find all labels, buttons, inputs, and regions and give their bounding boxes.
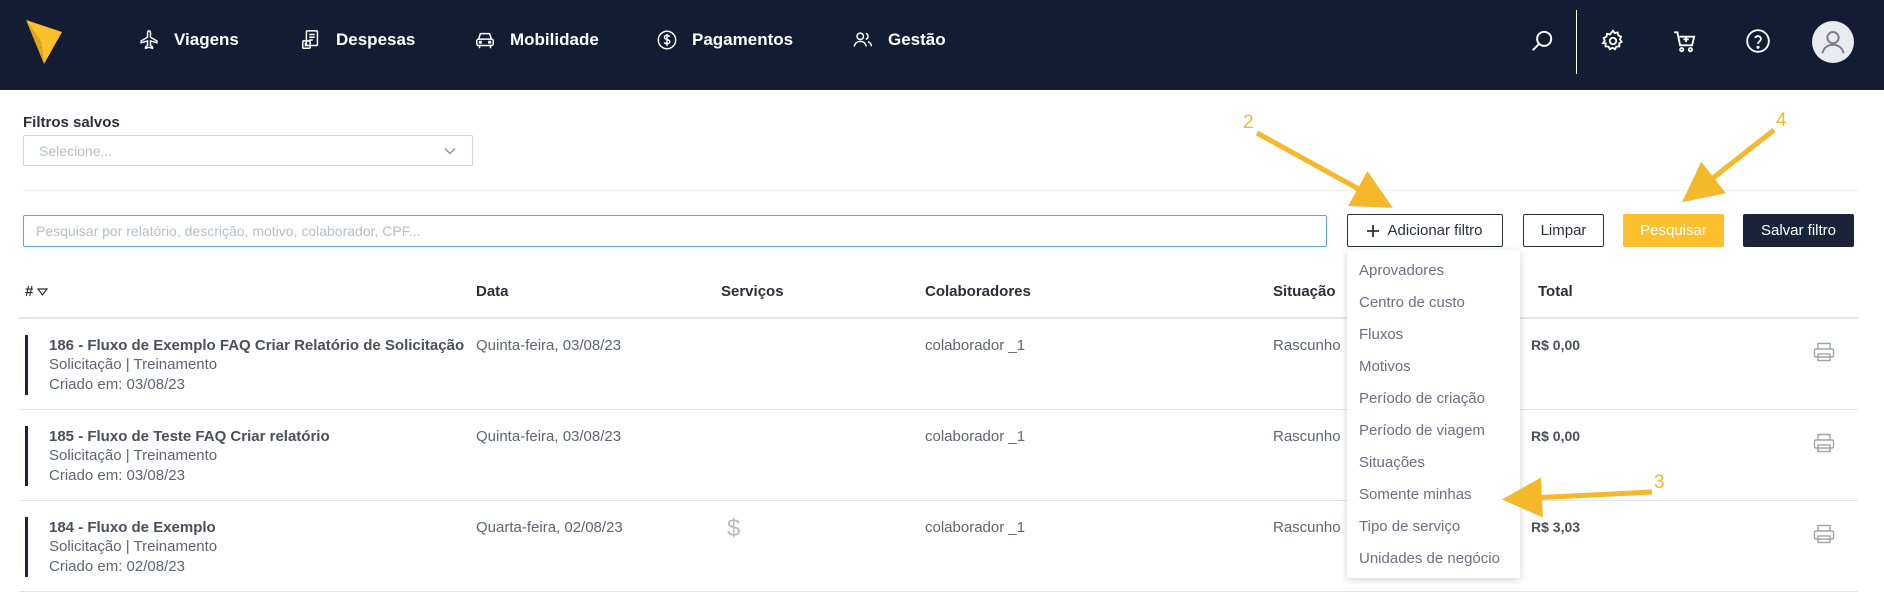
column-number-label: #: [25, 283, 34, 300]
nav-despesas[interactable]: Despesas: [300, 26, 415, 54]
annotation-label-2: 2: [1243, 112, 1254, 133]
filter-option-motivos[interactable]: Motivos: [1359, 358, 1411, 375]
report-created: Criado em: 03/08/23: [49, 467, 185, 484]
search-input[interactable]: [23, 215, 1327, 247]
table-row[interactable]: 185 - Fluxo de Teste FAQ Criar relatório…: [19, 410, 1858, 501]
saved-filters-select[interactable]: Selecione...: [23, 135, 473, 166]
column-collaborators[interactable]: Colaboradores: [925, 283, 1031, 300]
filter-option-periodo-viagem[interactable]: Período de viagem: [1359, 422, 1485, 439]
report-status: Rascunho: [1273, 428, 1341, 445]
search-icon[interactable]: [1529, 28, 1555, 54]
column-number[interactable]: #: [25, 283, 49, 300]
report-date: Quarta-feira, 02/08/23: [476, 519, 623, 536]
report-status: Rascunho: [1273, 337, 1341, 354]
service-dollar-icon: $: [727, 515, 741, 542]
report-type: Solicitação | Treinamento: [49, 356, 218, 373]
table-row[interactable]: 184 - Fluxo de Exemplo Solicitação | Tre…: [19, 501, 1858, 592]
arrow-2: [1255, 130, 1393, 208]
nav-pagamentos-label: Pagamentos: [692, 30, 794, 49]
report-type: Solicitação | Treinamento: [49, 538, 218, 555]
arrow-4: [1682, 128, 1776, 203]
save-filter-button[interactable]: Salvar filtro: [1743, 214, 1854, 247]
chevron-down-icon: [444, 148, 456, 155]
printer-icon[interactable]: [1813, 433, 1835, 453]
user-avatar[interactable]: [1812, 21, 1854, 63]
row-accent-bar: [25, 335, 28, 395]
saved-filters-placeholder: Selecione...: [39, 142, 113, 159]
report-created: Criado em: 02/08/23: [49, 558, 185, 575]
help-icon[interactable]: [1745, 28, 1771, 54]
annotation-label-3: 3: [1654, 472, 1665, 493]
report-collaborator: colaborador _1: [925, 337, 1026, 354]
section-divider: [23, 190, 1858, 191]
nav-viagens-label: Viagens: [174, 30, 239, 49]
nav-gestao-label: Gestão: [888, 30, 946, 49]
plane-icon: [140, 30, 158, 50]
nav-gestao[interactable]: Gestão: [852, 26, 946, 54]
sort-down-icon: [37, 287, 49, 296]
filter-option-centro-de-custo[interactable]: Centro de custo: [1359, 294, 1465, 311]
report-title[interactable]: 186 - Fluxo de Exemplo FAQ Criar Relatór…: [49, 337, 464, 354]
column-status[interactable]: Situação: [1273, 283, 1336, 300]
clear-button[interactable]: Limpar: [1523, 214, 1604, 247]
report-date: Quinta-feira, 03/08/23: [476, 337, 622, 354]
add-filter-button[interactable]: Adicionar filtro: [1347, 214, 1503, 247]
nav-pagamentos[interactable]: Pagamentos: [656, 26, 793, 54]
receipt-icon: [302, 30, 319, 49]
cart-icon[interactable]: [1672, 28, 1698, 54]
row-accent-bar: [25, 517, 28, 577]
printer-icon[interactable]: [1813, 342, 1835, 362]
gear-icon[interactable]: [1600, 28, 1626, 54]
saved-filters-label: Filtros salvos: [23, 114, 120, 131]
filter-option-periodo-criacao[interactable]: Período de criação: [1359, 390, 1485, 407]
report-date: Quinta-feira, 03/08/23: [476, 428, 622, 445]
filter-option-aprovadores[interactable]: Aprovadores: [1359, 262, 1444, 279]
annotation-label-4: 4: [1776, 110, 1787, 131]
filter-option-situacoes[interactable]: Situações: [1359, 454, 1425, 471]
add-filter-label: Adicionar filtro: [1387, 222, 1483, 239]
filter-option-tipo-servico[interactable]: Tipo de serviço: [1359, 518, 1460, 535]
avatar-icon: [1821, 31, 1845, 54]
row-accent-bar: [25, 426, 28, 486]
report-type: Solicitação | Treinamento: [49, 447, 218, 464]
plus-icon: [1367, 224, 1380, 237]
logo-icon[interactable]: [24, 18, 64, 66]
topbar-separator: [1576, 10, 1577, 74]
filter-option-somente-minhas[interactable]: Somente minhas: [1359, 486, 1472, 503]
dollar-circle-icon: [657, 30, 677, 50]
users-icon: [853, 32, 873, 47]
nav-mobilidade[interactable]: Mobilidade: [474, 26, 599, 54]
nav-viagens[interactable]: Viagens: [138, 26, 239, 54]
filter-option-unidades-negocio[interactable]: Unidades de negócio: [1359, 550, 1500, 567]
car-icon: [476, 32, 494, 49]
report-total: R$ 0,00: [1531, 337, 1581, 353]
report-collaborator: colaborador _1: [925, 428, 1026, 445]
report-total: R$ 3,03: [1531, 519, 1581, 535]
report-collaborator: colaborador _1: [925, 519, 1026, 536]
search-button[interactable]: Pesquisar: [1623, 214, 1724, 247]
table-row[interactable]: 186 - Fluxo de Exemplo FAQ Criar Relatór…: [19, 319, 1858, 410]
column-services[interactable]: Serviços: [721, 283, 784, 300]
printer-icon[interactable]: [1813, 524, 1835, 544]
report-title[interactable]: 184 - Fluxo de Exemplo: [49, 519, 216, 536]
add-filter-menu: Aprovadores Centro de custo Fluxos Motiv…: [1347, 250, 1520, 578]
column-total[interactable]: Total: [1538, 283, 1573, 300]
report-title[interactable]: 185 - Fluxo de Teste FAQ Criar relatório: [49, 428, 330, 445]
report-created: Criado em: 03/08/23: [49, 376, 185, 393]
column-date[interactable]: Data: [476, 283, 509, 300]
report-total: R$ 0,00: [1531, 428, 1581, 444]
nav-despesas-label: Despesas: [336, 30, 416, 49]
top-navigation-bar: Viagens Despesas Mobilidade Pagamentos G…: [0, 0, 1884, 90]
filter-option-fluxos[interactable]: Fluxos: [1359, 326, 1403, 343]
report-status: Rascunho: [1273, 519, 1341, 536]
nav-mobilidade-label: Mobilidade: [510, 30, 599, 49]
